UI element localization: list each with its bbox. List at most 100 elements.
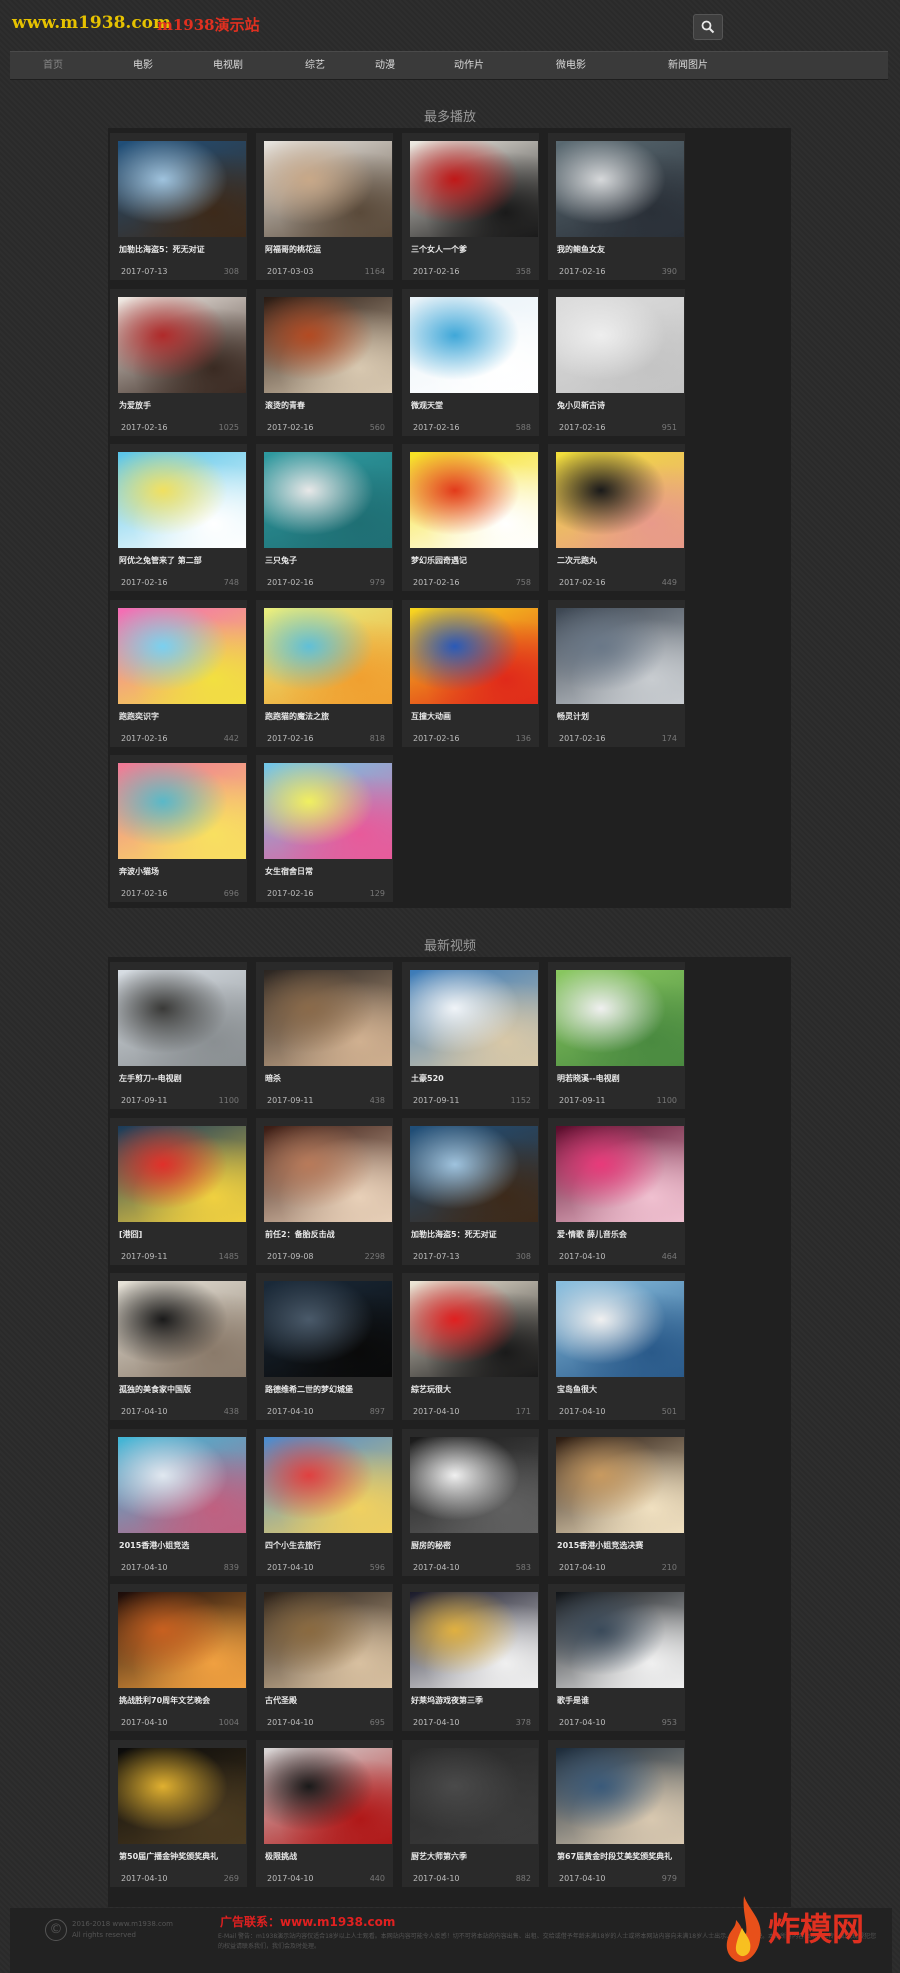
video-thumbnail[interactable] <box>410 141 538 237</box>
video-card[interactable]: 明若晓溪--电视剧 2017-09-11 1100 <box>548 962 685 1109</box>
video-card[interactable]: 滚烫的青春 2017-02-16 560 <box>256 288 393 436</box>
video-card[interactable]: 我的鲍鱼女友 2017-02-16 390 <box>548 133 685 280</box>
video-card[interactable]: 互撞大动画 2017-02-16 136 <box>402 599 539 747</box>
video-thumbnail[interactable] <box>556 141 684 237</box>
video-title[interactable]: 2015香港小姐竞选 <box>119 1540 246 1551</box>
video-thumbnail[interactable] <box>118 1125 246 1222</box>
video-card[interactable]: 古代圣殿 2017-04-10 695 <box>256 1584 393 1731</box>
video-title[interactable]: 三只兔子 <box>265 555 392 566</box>
video-card[interactable]: 綜艺玩很大 2017-04-10 171 <box>402 1273 539 1420</box>
video-thumbnail[interactable] <box>118 1592 246 1688</box>
video-title[interactable]: [港囧] <box>119 1229 246 1240</box>
video-card[interactable]: 左手剪刀--电视剧 2017-09-11 1100 <box>110 962 247 1109</box>
video-title[interactable]: 极限挑战 <box>265 1851 392 1862</box>
video-title[interactable]: 奔波小猫场 <box>119 866 246 877</box>
video-thumbnail[interactable] <box>264 1592 392 1688</box>
video-card[interactable]: 厨房的秘密 2017-04-10 583 <box>402 1428 539 1576</box>
video-card[interactable]: 2015香港小姐竞选决赛 2017-04-10 210 <box>548 1428 685 1576</box>
video-card[interactable]: 挑战胜利70周年文艺晚会 2017-04-10 1004 <box>110 1584 247 1731</box>
video-card[interactable]: 女生宿舍日常 2017-02-16 129 <box>256 755 393 902</box>
video-title[interactable]: 暗杀 <box>265 1073 392 1084</box>
video-title[interactable]: 梦幻乐园奇遇记 <box>411 555 538 566</box>
video-thumbnail[interactable] <box>264 141 392 237</box>
video-title[interactable]: 跑跑奕识字 <box>119 711 246 722</box>
video-title[interactable]: 爱·情歌 薛儿音乐会 <box>557 1229 684 1240</box>
video-title[interactable]: 加勒比海盗5：死无对证 <box>411 1229 538 1240</box>
video-title[interactable]: 跑跑猫的魔法之旅 <box>265 711 392 722</box>
video-title[interactable]: 微观天堂 <box>411 400 538 411</box>
video-thumbnail[interactable] <box>556 296 684 393</box>
video-title[interactable]: 为爱放手 <box>119 400 246 411</box>
video-thumbnail[interactable] <box>556 1436 684 1533</box>
video-thumbnail[interactable] <box>410 1747 538 1844</box>
nav-item-movies[interactable]: 电影 <box>133 52 153 79</box>
video-title[interactable]: 女生宿舍日常 <box>265 866 392 877</box>
video-title[interactable]: 加勒比海盗5：死无对证 <box>119 244 246 255</box>
video-card[interactable]: 厨艺大师第六季 2017-04-10 882 <box>402 1739 539 1887</box>
video-title[interactable]: 左手剪刀--电视剧 <box>119 1073 246 1084</box>
video-title[interactable]: 宝岛鱼很大 <box>557 1384 684 1395</box>
video-thumbnail[interactable] <box>410 607 538 704</box>
video-title[interactable]: 滚烫的青春 <box>265 400 392 411</box>
video-title[interactable]: 兔小贝新古诗 <box>557 400 684 411</box>
video-thumbnail[interactable] <box>264 452 392 548</box>
video-card[interactable]: 阿优之兔管来了 第二部 2017-02-16 748 <box>110 444 247 591</box>
ad-contact-link[interactable]: 广告联系：www.m1938.com <box>220 1913 395 1930</box>
video-card[interactable]: 奔波小猫场 2017-02-16 696 <box>110 755 247 902</box>
video-thumbnail[interactable] <box>556 452 684 548</box>
video-card[interactable]: 爱·情歌 薛儿音乐会 2017-04-10 464 <box>548 1117 685 1265</box>
video-card[interactable]: 跑跑奕识字 2017-02-16 442 <box>110 599 247 747</box>
video-title[interactable]: 厨房的秘密 <box>411 1540 538 1551</box>
video-thumbnail[interactable] <box>410 452 538 548</box>
video-title[interactable]: 二次元跑丸 <box>557 555 684 566</box>
video-card[interactable]: 土豪520 2017-09-11 1152 <box>402 962 539 1109</box>
video-title[interactable]: 我的鲍鱼女友 <box>557 244 684 255</box>
video-title[interactable]: 畅灵计划 <box>557 711 684 722</box>
video-thumbnail[interactable] <box>118 296 246 393</box>
video-thumbnail[interactable] <box>410 1592 538 1688</box>
video-card[interactable]: 第67届黄金时段艾美奖颁奖典礼 2017-04-10 979 <box>548 1739 685 1887</box>
video-thumbnail[interactable] <box>410 1436 538 1533</box>
video-thumbnail[interactable] <box>118 1281 246 1377</box>
video-title[interactable]: 三个女人一个爹 <box>411 244 538 255</box>
video-title[interactable]: 2015香港小姐竞选决赛 <box>557 1540 684 1551</box>
video-thumbnail[interactable] <box>556 1125 684 1222</box>
video-card[interactable]: 加勒比海盗5：死无对证 2017-07-13 308 <box>402 1117 539 1265</box>
video-thumbnail[interactable] <box>410 970 538 1066</box>
video-thumbnail[interactable] <box>264 296 392 393</box>
video-title[interactable]: 歌手是谁 <box>557 1695 684 1706</box>
video-thumbnail[interactable] <box>118 1747 246 1844</box>
video-card[interactable]: 路德维希二世的梦幻城堡 2017-04-10 897 <box>256 1273 393 1420</box>
video-thumbnail[interactable] <box>264 970 392 1066</box>
video-card[interactable]: 加勒比海盗5：死无对证 2017-07-13 308 <box>110 133 247 280</box>
video-thumbnail[interactable] <box>410 296 538 393</box>
video-card[interactable]: 跑跑猫的魔法之旅 2017-02-16 818 <box>256 599 393 747</box>
video-thumbnail[interactable] <box>118 970 246 1066</box>
video-thumbnail[interactable] <box>556 1592 684 1688</box>
video-card[interactable]: 孤独的美食家中国版 2017-04-10 438 <box>110 1273 247 1420</box>
video-title[interactable]: 路德维希二世的梦幻城堡 <box>265 1384 392 1395</box>
video-card[interactable]: 二次元跑丸 2017-02-16 449 <box>548 444 685 591</box>
video-card[interactable]: 微观天堂 2017-02-16 588 <box>402 288 539 436</box>
video-card[interactable]: 三个女人一个爹 2017-02-16 358 <box>402 133 539 280</box>
video-title[interactable]: 阿优之兔管来了 第二部 <box>119 555 246 566</box>
video-title[interactable]: 土豪520 <box>411 1073 538 1084</box>
video-card[interactable]: 梦幻乐园奇遇记 2017-02-16 758 <box>402 444 539 591</box>
video-title[interactable]: 第50届广播金钟奖颁奖典礼 <box>119 1851 246 1862</box>
video-thumbnail[interactable] <box>118 607 246 704</box>
video-card[interactable]: 极限挑战 2017-04-10 440 <box>256 1739 393 1887</box>
video-card[interactable]: 歌手是谁 2017-04-10 953 <box>548 1584 685 1731</box>
video-title[interactable]: 明若晓溪--电视剧 <box>557 1073 684 1084</box>
nav-item-tv[interactable]: 电视剧 <box>213 52 243 79</box>
search-button[interactable] <box>693 14 723 40</box>
video-title[interactable]: 孤独的美食家中国版 <box>119 1384 246 1395</box>
video-thumbnail[interactable] <box>118 452 246 548</box>
video-card[interactable]: 四个小生去旅行 2017-04-10 596 <box>256 1428 393 1576</box>
video-title[interactable]: 綜艺玩很大 <box>411 1384 538 1395</box>
video-card[interactable]: 好莱坞游戏夜第三季 2017-04-10 378 <box>402 1584 539 1731</box>
video-thumbnail[interactable] <box>556 1281 684 1377</box>
video-thumbnail[interactable] <box>264 1436 392 1533</box>
video-card[interactable]: 三只兔子 2017-02-16 979 <box>256 444 393 591</box>
nav-item-action[interactable]: 动作片 <box>454 52 484 79</box>
video-thumbnail[interactable] <box>556 607 684 704</box>
